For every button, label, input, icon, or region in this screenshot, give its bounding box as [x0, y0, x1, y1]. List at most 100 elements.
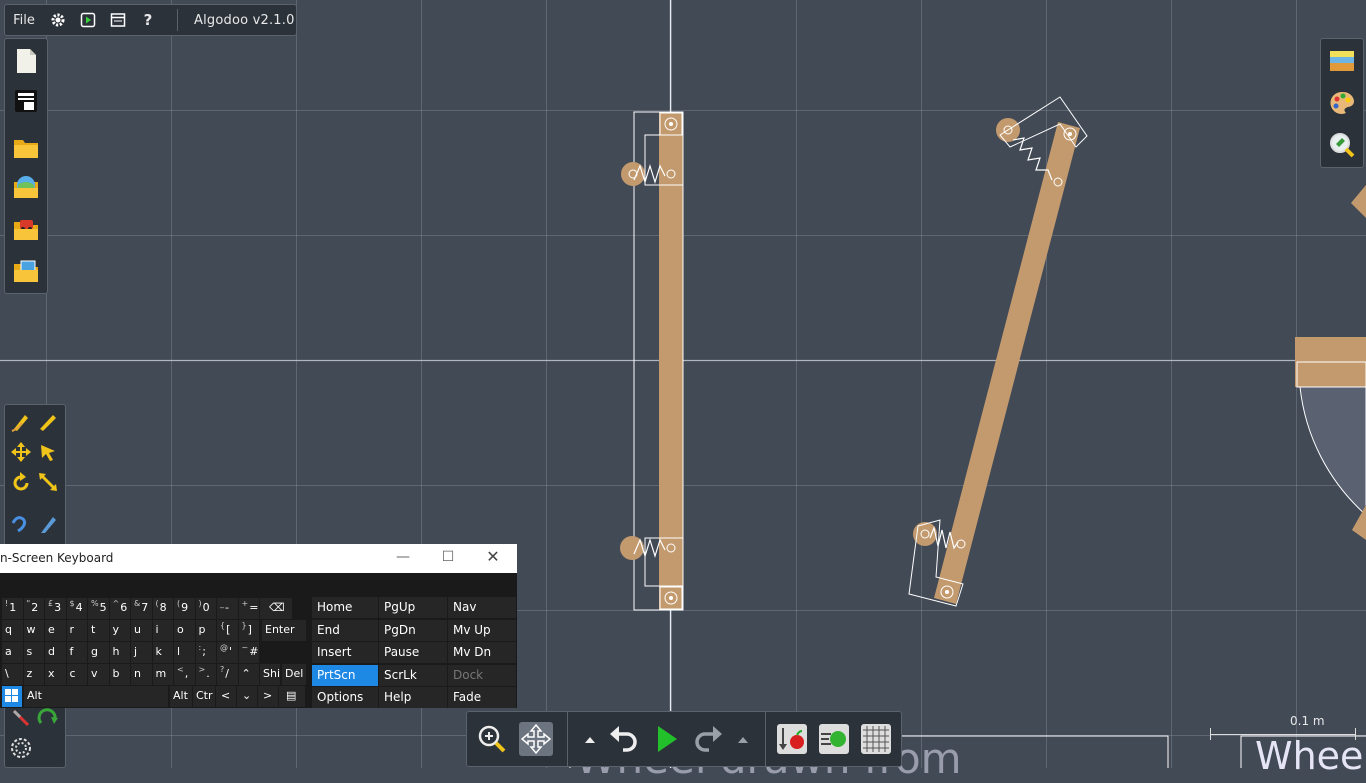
key-punct[interactable]: @' — [217, 642, 238, 663]
key-punct[interactable]: :; — [195, 642, 216, 663]
alt-key[interactable]: Alt — [24, 686, 168, 707]
key-backslash[interactable]: \ — [2, 664, 23, 685]
spring-tool-icon[interactable] — [10, 737, 32, 759]
key-punct[interactable]: ?/ — [217, 664, 238, 685]
key-x[interactable]: x — [45, 664, 66, 685]
gravity-icon[interactable] — [775, 722, 809, 756]
palette-icon[interactable] — [1328, 89, 1356, 117]
step-up-icon[interactable] — [575, 722, 605, 756]
key-pgdn[interactable]: PgDn — [379, 619, 447, 641]
key-8[interactable]: (8 — [152, 598, 173, 619]
gear-icon[interactable] — [43, 5, 73, 35]
fixate-tool-icon[interactable] — [37, 707, 59, 729]
brush-tool-icon[interactable] — [37, 411, 59, 433]
key-f[interactable]: f — [66, 642, 87, 663]
key-7[interactable]: &7 — [131, 598, 152, 619]
maximize-icon[interactable]: ☐ — [439, 548, 457, 566]
altgr-key[interactable]: Alt — [170, 686, 192, 707]
key-o[interactable]: o — [174, 620, 195, 641]
shift-key[interactable]: Shi — [260, 664, 280, 685]
wheel-partial[interactable] — [1295, 185, 1366, 540]
grid-icon[interactable] — [859, 722, 893, 756]
file-menu[interactable]: File — [5, 5, 43, 35]
key-mv-up[interactable]: Mv Up — [448, 619, 516, 641]
arrow-right-key[interactable]: > — [258, 686, 278, 707]
key-help[interactable]: Help — [379, 687, 447, 708]
tilted-plank[interactable] — [908, 96, 1088, 607]
key-0[interactable]: )0 — [195, 598, 216, 619]
key-2[interactable]: "2 — [23, 598, 44, 619]
rotate-tool-icon[interactable] — [10, 471, 32, 493]
key-n[interactable]: n — [131, 664, 152, 685]
key-h[interactable]: h — [109, 642, 130, 663]
key-home[interactable]: Home — [312, 597, 378, 618]
key-5[interactable]: %5 — [88, 598, 109, 619]
sketch-tool-icon[interactable] — [10, 411, 32, 433]
backspace-key[interactable]: ⌫ — [260, 598, 292, 619]
key-scrlk[interactable]: ScrLk — [379, 664, 447, 686]
key-bracket[interactable]: {[ — [217, 620, 238, 641]
key-bracket[interactable]: }] — [238, 620, 259, 641]
zoom-inspect-icon[interactable] — [1328, 131, 1356, 159]
windows-key[interactable] — [2, 686, 22, 707]
key-b[interactable]: b — [109, 664, 130, 685]
key-l[interactable]: l — [174, 642, 195, 663]
key-prtscn[interactable]: PrtScn — [312, 664, 378, 686]
key-y[interactable]: y — [109, 620, 130, 641]
undo-icon[interactable] — [607, 722, 641, 756]
key--[interactable]: _- — [217, 598, 238, 619]
key-w[interactable]: w — [23, 620, 44, 641]
arrow-up-key[interactable]: ⌃ — [238, 664, 259, 685]
key-r[interactable]: r — [66, 620, 87, 641]
pan-icon[interactable] — [519, 722, 553, 756]
speed-up-icon[interactable] — [729, 722, 759, 756]
key-i[interactable]: i — [152, 620, 173, 641]
key-z[interactable]: z — [23, 664, 44, 685]
open-folder-icon[interactable] — [12, 133, 40, 161]
key-3[interactable]: £3 — [45, 598, 66, 619]
key-end[interactable]: End — [312, 619, 378, 641]
key-dock[interactable]: Dock — [448, 664, 516, 686]
key-m[interactable]: m — [152, 664, 173, 685]
key-g[interactable]: g — [88, 642, 109, 663]
key-pause[interactable]: Pause — [379, 642, 447, 663]
open-media-icon[interactable] — [12, 257, 40, 285]
key-p[interactable]: p — [195, 620, 216, 641]
key-insert[interactable]: Insert — [312, 642, 378, 663]
key-fade[interactable]: Fade — [448, 687, 516, 708]
key-mv-dn[interactable]: Mv Dn — [448, 642, 516, 663]
key-6[interactable]: ^6 — [109, 598, 130, 619]
key-1[interactable]: !1 — [2, 598, 23, 619]
key-pgup[interactable]: PgUp — [379, 597, 447, 618]
new-scene-icon[interactable] — [12, 47, 40, 75]
ctrl-key[interactable]: Ctr — [193, 686, 215, 707]
play-icon[interactable] — [649, 722, 683, 756]
key-j[interactable]: j — [131, 642, 152, 663]
key-a[interactable]: a — [2, 642, 23, 663]
key-4[interactable]: $4 — [66, 598, 87, 619]
drag-tool-icon[interactable] — [37, 441, 59, 463]
minimize-icon[interactable]: — — [394, 548, 412, 566]
key-q[interactable]: q — [2, 620, 23, 641]
enter-key[interactable]: Enter — [262, 620, 306, 641]
redo-icon[interactable] — [691, 722, 725, 756]
arrow-left-key[interactable]: < — [216, 686, 236, 707]
key-c[interactable]: c — [66, 664, 87, 685]
key-=[interactable]: += — [238, 598, 259, 619]
background-icon[interactable] — [1328, 47, 1356, 75]
key-options[interactable]: Options — [312, 687, 378, 708]
open-web-icon[interactable] — [12, 173, 40, 201]
arrow-down-key[interactable]: ⌄ — [237, 686, 257, 707]
air-friction-icon[interactable] — [817, 722, 851, 756]
delete-key[interactable]: Del — [282, 664, 306, 685]
key-s[interactable]: s — [23, 642, 44, 663]
play-window-icon[interactable] — [73, 5, 103, 35]
key-v[interactable]: v — [88, 664, 109, 685]
help-icon[interactable]: ? — [133, 5, 163, 35]
move-tool-icon[interactable] — [10, 441, 32, 463]
key-d[interactable]: d — [45, 642, 66, 663]
close-icon[interactable]: ✕ — [484, 548, 502, 566]
key-9[interactable]: (9 — [174, 598, 195, 619]
knife-tool-icon[interactable] — [37, 513, 59, 535]
scene-options-icon[interactable] — [12, 87, 40, 115]
